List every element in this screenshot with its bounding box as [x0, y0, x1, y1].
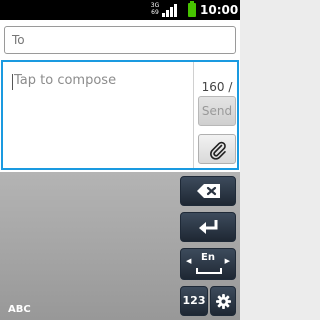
settings-icon: [216, 294, 231, 309]
signal-icon: [162, 4, 180, 17]
send-button[interactable]: Send: [198, 96, 236, 126]
enter-icon: [199, 220, 218, 234]
network-activity-label: 69: [151, 9, 159, 16]
enter-key[interactable]: [180, 212, 236, 242]
message-placeholder: Tap to compose: [14, 73, 117, 88]
input-mode-label: ABC: [8, 304, 31, 315]
numbers-key[interactable]: 123: [180, 286, 208, 316]
keyboard: ◀ En ▶ 123 ABC: [0, 172, 240, 320]
backspace-key[interactable]: [180, 176, 236, 206]
attach-button[interactable]: [198, 134, 236, 164]
paperclip-icon: [210, 141, 226, 160]
recipient-field[interactable]: To: [4, 26, 236, 54]
settings-key[interactable]: [210, 286, 236, 316]
compose-area: To Tap to compose 160 / 1 Send: [0, 20, 240, 172]
message-input[interactable]: Tap to compose: [3, 62, 193, 168]
space-icon: [196, 268, 222, 274]
space-key[interactable]: ◀ En ▶: [180, 248, 236, 280]
recipient-placeholder: To: [12, 33, 25, 47]
network-type-indicator: 3G 69: [150, 2, 160, 18]
backspace-icon: [197, 184, 220, 198]
language-next-icon: ▶: [224, 257, 230, 265]
network-type-label: 3G: [150, 2, 160, 9]
divider: [193, 62, 194, 168]
status-bar: 3G 69 10:00: [0, 0, 240, 20]
battery-icon: [188, 1, 196, 17]
message-panel: Tap to compose 160 / 1 Send: [1, 60, 239, 170]
text-cursor: [12, 74, 13, 90]
clock: 10:00: [200, 3, 239, 17]
